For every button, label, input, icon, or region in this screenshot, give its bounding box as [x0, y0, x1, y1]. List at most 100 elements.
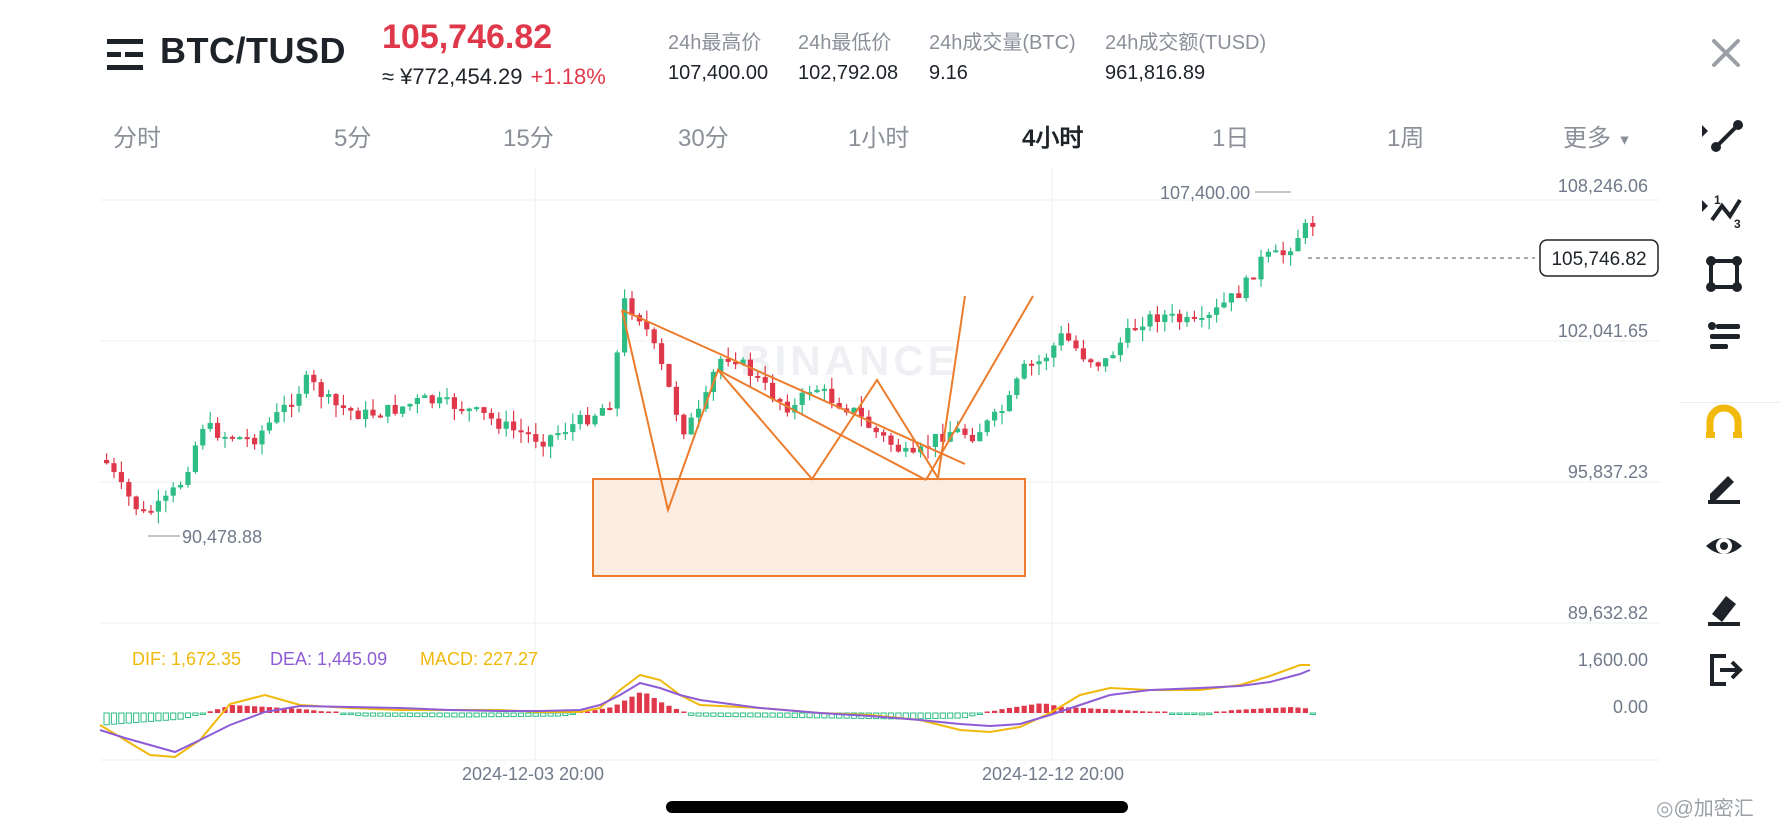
candle-body	[192, 445, 198, 472]
visibility-icon[interactable]	[1700, 522, 1748, 570]
close-icon[interactable]	[1708, 35, 1744, 71]
candle-body	[155, 500, 161, 512]
macd-bar	[732, 712, 739, 718]
price-change: +1.18%	[530, 64, 606, 89]
interval-tabs: 分时 5分 15分 30分 1小时 4小时 1日 1周 更多 ▼	[100, 118, 1660, 158]
candle-body	[1280, 250, 1286, 256]
candle-body	[111, 463, 117, 473]
candle-body	[170, 487, 176, 496]
tab-15m[interactable]: 15分	[503, 118, 554, 153]
macd-bar	[318, 711, 324, 713]
eraser-icon[interactable]	[1700, 584, 1748, 632]
menu-icon[interactable]	[105, 37, 145, 73]
y-axis-label: 102,041.65	[1558, 321, 1648, 341]
candle-body	[1288, 251, 1294, 256]
macd-bar	[1154, 711, 1160, 713]
candle-body	[1036, 361, 1042, 365]
candle-body	[1021, 363, 1027, 379]
macd-bar	[910, 712, 917, 720]
candle-body	[525, 432, 531, 435]
tab-4h[interactable]: 4小时	[1022, 118, 1083, 153]
macd-bar	[377, 712, 384, 717]
tab-more[interactable]: 更多 ▼	[1563, 118, 1632, 153]
tab-1d[interactable]: 1日	[1212, 118, 1249, 153]
tab-5m[interactable]: 5分	[334, 118, 371, 153]
macd-y-label: 1,600.00	[1578, 650, 1648, 670]
candle-body	[274, 412, 280, 423]
candle-body	[259, 430, 265, 445]
y-axis-label: 89,632.82	[1568, 603, 1648, 623]
macd-bar	[414, 712, 421, 718]
macd-bar	[636, 692, 642, 713]
candle-body	[673, 386, 679, 415]
candle-body	[599, 408, 605, 416]
kline-chart[interactable]: BINANCE 105,746.82 107,400.00 90,478.88 …	[0, 160, 1680, 800]
home-indicator[interactable]	[666, 801, 1128, 813]
candle-body	[540, 441, 546, 447]
tab-30m[interactable]: 30分	[678, 118, 729, 153]
consolidation-box[interactable]	[592, 478, 1026, 577]
shape-tool-icon[interactable]	[1700, 250, 1748, 298]
tab-1w[interactable]: 1周	[1387, 118, 1424, 153]
fib-tool-icon[interactable]: 13	[1700, 188, 1748, 236]
macd-dea-label: DEA: 1,445.09	[270, 649, 387, 669]
candle-body	[1199, 317, 1205, 320]
candle-body	[407, 404, 413, 407]
line-tool-icon[interactable]	[1700, 113, 1748, 161]
macd-bar	[1110, 709, 1116, 713]
macd-bar	[362, 712, 369, 717]
macd-bar	[622, 700, 628, 713]
macd-dif-label: DIF: 1,672.35	[132, 649, 241, 669]
candle-body	[318, 382, 324, 397]
pair-title[interactable]: BTC/TUSD	[160, 30, 346, 72]
candle-body	[1140, 326, 1146, 331]
candle-body	[518, 430, 524, 433]
macd-bar	[769, 712, 776, 718]
candle-body	[881, 432, 887, 436]
macd-bar	[473, 712, 480, 718]
candle-body	[385, 404, 391, 417]
chevron-down-icon: ▼	[1617, 131, 1632, 148]
macd-bar	[999, 709, 1005, 713]
macd-bar	[311, 710, 317, 713]
candle-body	[688, 417, 694, 435]
macd-bar	[207, 711, 213, 713]
macd-bar	[443, 712, 451, 718]
candle-body	[533, 434, 539, 442]
candle-body	[222, 436, 228, 439]
candle-body	[133, 496, 139, 510]
candle-body	[1273, 250, 1279, 253]
candle-body	[570, 424, 576, 433]
macd-bar	[961, 712, 969, 718]
candle-body	[903, 447, 909, 452]
macd-bar	[799, 712, 806, 719]
drawing-toolbar: 13	[1680, 110, 1792, 750]
macd-bar	[607, 707, 613, 713]
candle-body	[651, 329, 657, 344]
macd-bar	[1021, 705, 1027, 713]
macd-bar	[406, 712, 414, 717]
macd-bar	[976, 712, 983, 715]
macd-bar	[488, 712, 495, 718]
candle-body	[244, 437, 250, 440]
toolbar-divider	[1680, 402, 1780, 403]
tab-time[interactable]: 分时	[113, 118, 161, 153]
macd-bar	[1176, 712, 1183, 715]
exit-icon[interactable]	[1700, 646, 1748, 694]
magnet-icon[interactable]	[1700, 398, 1748, 446]
candle-body	[118, 472, 124, 483]
macd-bar	[355, 712, 362, 716]
candle-body	[962, 428, 968, 435]
grid	[100, 168, 1660, 761]
text-tool-icon[interactable]	[1700, 312, 1748, 360]
tab-1h[interactable]: 1小时	[848, 118, 909, 153]
candle-body	[614, 352, 620, 409]
brush-icon[interactable]	[1700, 460, 1748, 508]
candle-body	[1169, 313, 1175, 316]
candle-body	[215, 422, 221, 438]
macd-bar	[503, 712, 510, 718]
candle-body	[1058, 333, 1064, 346]
macd-bar	[1043, 703, 1049, 713]
macd-bar	[1080, 708, 1086, 713]
trend-drawings[interactable]	[621, 295, 1034, 514]
